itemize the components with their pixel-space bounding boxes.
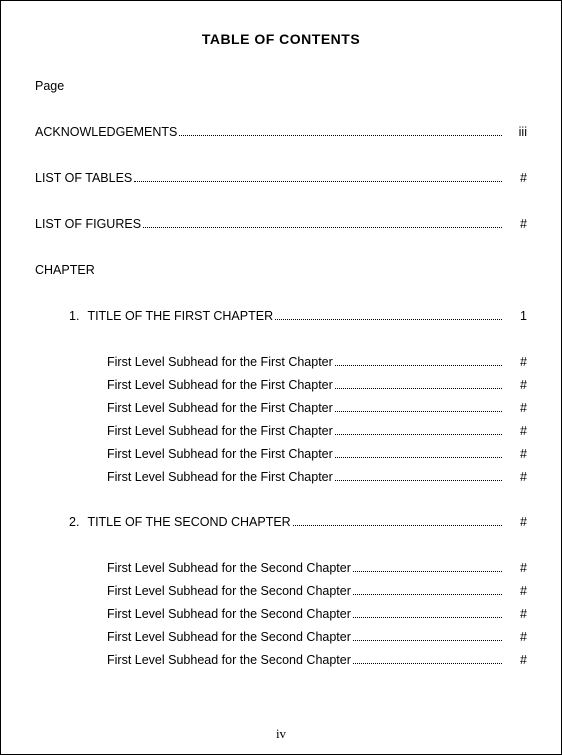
leader-dots <box>134 173 502 182</box>
subhead-page: # <box>505 470 527 484</box>
subhead-page: # <box>505 401 527 415</box>
leader-dots <box>143 219 502 228</box>
subhead-page: # <box>505 584 527 598</box>
leader-dots <box>335 403 502 412</box>
page-number: iv <box>1 726 561 742</box>
leader-dots <box>335 449 502 458</box>
subhead-label: First Level Subhead for the First Chapte… <box>107 355 333 369</box>
leader-dots <box>335 380 502 389</box>
front-page: # <box>505 217 527 231</box>
leader-dots <box>335 426 502 435</box>
chapter-page: # <box>505 515 527 529</box>
subhead-row: First Level Subhead for the Second Chapt… <box>35 630 527 644</box>
subhead-row: First Level Subhead for the First Chapte… <box>35 378 527 392</box>
subhead-label: First Level Subhead for the First Chapte… <box>107 470 333 484</box>
chapter-row: 1. TITLE OF THE FIRST CHAPTER 1 <box>35 309 527 323</box>
subhead-page: # <box>505 424 527 438</box>
front-row: ACKNOWLEDGEMENTS iii <box>35 125 527 139</box>
chapter-heading: CHAPTER <box>35 263 527 277</box>
chapter-row: 2. TITLE OF THE SECOND CHAPTER # <box>35 515 527 529</box>
front-page: iii <box>505 125 527 139</box>
chapter-page: 1 <box>505 309 527 323</box>
subhead-label: First Level Subhead for the Second Chapt… <box>107 584 351 598</box>
leader-dots <box>353 586 502 595</box>
subhead-row: First Level Subhead for the Second Chapt… <box>35 607 527 621</box>
front-label: ACKNOWLEDGEMENTS <box>35 125 177 139</box>
leader-dots <box>353 632 502 641</box>
subhead-label: First Level Subhead for the Second Chapt… <box>107 653 351 667</box>
subhead-page: # <box>505 630 527 644</box>
front-label: LIST OF FIGURES <box>35 217 141 231</box>
chapter-title: TITLE OF THE SECOND CHAPTER <box>87 515 290 529</box>
subhead-page: # <box>505 355 527 369</box>
toc-title: TABLE OF CONTENTS <box>35 31 527 47</box>
chapter-num: 1. <box>69 309 79 323</box>
subhead-row: First Level Subhead for the First Chapte… <box>35 401 527 415</box>
subhead-label: First Level Subhead for the Second Chapt… <box>107 630 351 644</box>
subhead-label: First Level Subhead for the First Chapte… <box>107 424 333 438</box>
subhead-label: First Level Subhead for the First Chapte… <box>107 447 333 461</box>
subhead-label: First Level Subhead for the Second Chapt… <box>107 561 351 575</box>
leader-dots <box>353 609 502 618</box>
subhead-label: First Level Subhead for the First Chapte… <box>107 401 333 415</box>
subhead-page: # <box>505 561 527 575</box>
subhead-row: First Level Subhead for the Second Chapt… <box>35 653 527 667</box>
subhead-page: # <box>505 447 527 461</box>
front-row: LIST OF FIGURES # <box>35 217 527 231</box>
leader-dots <box>335 472 502 481</box>
subhead-label: First Level Subhead for the Second Chapt… <box>107 607 351 621</box>
front-label: LIST OF TABLES <box>35 171 132 185</box>
subhead-row: First Level Subhead for the First Chapte… <box>35 447 527 461</box>
subhead-page: # <box>505 653 527 667</box>
subhead-row: First Level Subhead for the Second Chapt… <box>35 561 527 575</box>
leader-dots <box>335 357 502 366</box>
leader-dots <box>293 517 502 526</box>
leader-dots <box>353 563 502 572</box>
subhead-row: First Level Subhead for the First Chapte… <box>35 424 527 438</box>
front-row: LIST OF TABLES # <box>35 171 527 185</box>
leader-dots <box>353 655 502 664</box>
leader-dots <box>179 127 502 136</box>
subhead-page: # <box>505 607 527 621</box>
subhead-row: First Level Subhead for the Second Chapt… <box>35 584 527 598</box>
subhead-row: First Level Subhead for the First Chapte… <box>35 355 527 369</box>
front-page: # <box>505 171 527 185</box>
page-column-label: Page <box>35 79 527 93</box>
subhead-label: First Level Subhead for the First Chapte… <box>107 378 333 392</box>
leader-dots <box>275 311 502 320</box>
subhead-row: First Level Subhead for the First Chapte… <box>35 470 527 484</box>
subhead-page: # <box>505 378 527 392</box>
chapter-title: TITLE OF THE FIRST CHAPTER <box>87 309 273 323</box>
chapter-num: 2. <box>69 515 79 529</box>
